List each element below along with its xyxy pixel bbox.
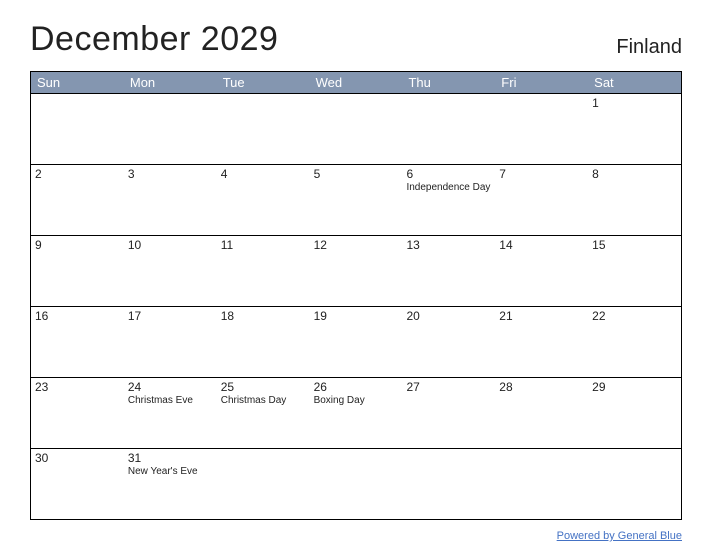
day-cell: 19 <box>310 307 403 377</box>
day-cell: 13 <box>402 236 495 306</box>
event-label: Christmas Day <box>221 395 306 407</box>
day-number: 7 <box>499 167 584 181</box>
day-header-wed: Wed <box>310 72 403 93</box>
day-cell: 16 <box>31 307 124 377</box>
day-cell: 30 <box>31 449 124 519</box>
day-cell: 5 <box>310 165 403 235</box>
day-number: 17 <box>128 309 213 323</box>
day-cell: 18 <box>217 307 310 377</box>
calendar-header: December 2029 Finland <box>30 20 682 59</box>
day-number: 22 <box>592 309 677 323</box>
day-number: 25 <box>221 380 306 394</box>
day-number: 15 <box>592 238 677 252</box>
day-number: 27 <box>406 380 491 394</box>
day-number: 4 <box>221 167 306 181</box>
day-cell: 2 <box>31 165 124 235</box>
day-number: 11 <box>221 238 306 252</box>
day-cell <box>402 449 495 519</box>
day-number: 9 <box>35 238 120 252</box>
day-number: 12 <box>314 238 399 252</box>
day-cell: 28 <box>495 378 588 448</box>
day-header-sat: Sat <box>588 72 681 93</box>
day-cell: 31New Year's Eve <box>124 449 217 519</box>
day-cell: 21 <box>495 307 588 377</box>
day-cell: 22 <box>588 307 681 377</box>
day-cell <box>402 94 495 164</box>
day-header-mon: Mon <box>124 72 217 93</box>
day-cell: 20 <box>402 307 495 377</box>
day-number: 30 <box>35 451 120 465</box>
event-label: New Year's Eve <box>128 466 213 478</box>
day-header-thu: Thu <box>402 72 495 93</box>
day-number: 23 <box>35 380 120 394</box>
day-number: 18 <box>221 309 306 323</box>
day-number: 13 <box>406 238 491 252</box>
day-cell: 3 <box>124 165 217 235</box>
day-cell: 10 <box>124 236 217 306</box>
day-cell: 25Christmas Day <box>217 378 310 448</box>
day-cell <box>310 94 403 164</box>
day-cell: 29 <box>588 378 681 448</box>
day-cell <box>495 449 588 519</box>
event-label: Christmas Eve <box>128 395 213 407</box>
day-cell: 1 <box>588 94 681 164</box>
week-row: 2324Christmas Eve25Christmas Day26Boxing… <box>31 377 681 448</box>
day-cell <box>588 449 681 519</box>
day-header-tue: Tue <box>217 72 310 93</box>
footer: Powered by General Blue <box>30 526 682 544</box>
day-number: 31 <box>128 451 213 465</box>
day-number: 6 <box>406 167 491 181</box>
day-cell: 4 <box>217 165 310 235</box>
day-number: 26 <box>314 380 399 394</box>
week-row: 23456Independence Day 78 <box>31 164 681 235</box>
day-number: 28 <box>499 380 584 394</box>
day-number: 3 <box>128 167 213 181</box>
day-number: 8 <box>592 167 677 181</box>
day-cell <box>495 94 588 164</box>
day-number: 29 <box>592 380 677 394</box>
day-cell <box>31 94 124 164</box>
day-cell: 14 <box>495 236 588 306</box>
event-label: Boxing Day <box>314 395 399 407</box>
week-row: 1 <box>31 93 681 164</box>
day-number: 21 <box>499 309 584 323</box>
day-cell: 23 <box>31 378 124 448</box>
week-row: 30 31New Year's Eve <box>31 448 681 519</box>
day-number: 19 <box>314 309 399 323</box>
day-cell <box>217 449 310 519</box>
calendar-grid: Sun Mon Tue Wed Thu Fri Sat 123456Indepe… <box>30 71 682 520</box>
day-cell: 7 <box>495 165 588 235</box>
day-number: 5 <box>314 167 399 181</box>
day-number: 16 <box>35 309 120 323</box>
day-cell <box>124 94 217 164</box>
day-number: 10 <box>128 238 213 252</box>
page-title: December 2029 <box>30 20 278 59</box>
day-cell <box>217 94 310 164</box>
day-number: 1 <box>592 96 677 110</box>
day-number: 14 <box>499 238 584 252</box>
day-cell: 26Boxing Day <box>310 378 403 448</box>
day-number: 20 <box>406 309 491 323</box>
week-row: 9 10 11 12 13 14 15 <box>31 235 681 306</box>
day-number: 24 <box>128 380 213 394</box>
footer-link[interactable]: Powered by General Blue <box>557 530 682 542</box>
day-header-fri: Fri <box>495 72 588 93</box>
day-cell: 15 <box>588 236 681 306</box>
event-label: Independence Day <box>406 182 491 194</box>
week-row: 16 17 18 19 20 21 22 <box>31 306 681 377</box>
day-cell: 12 <box>310 236 403 306</box>
day-cell: 17 <box>124 307 217 377</box>
day-cell: 27 <box>402 378 495 448</box>
day-number: 2 <box>35 167 120 181</box>
day-cell: 8 <box>588 165 681 235</box>
day-header-sun: Sun <box>31 72 124 93</box>
country-label: Finland <box>616 36 682 59</box>
day-cell: 24Christmas Eve <box>124 378 217 448</box>
day-cell: 6Independence Day <box>402 165 495 235</box>
day-header-row: Sun Mon Tue Wed Thu Fri Sat <box>31 72 681 93</box>
day-cell <box>310 449 403 519</box>
day-cell: 11 <box>217 236 310 306</box>
day-cell: 9 <box>31 236 124 306</box>
